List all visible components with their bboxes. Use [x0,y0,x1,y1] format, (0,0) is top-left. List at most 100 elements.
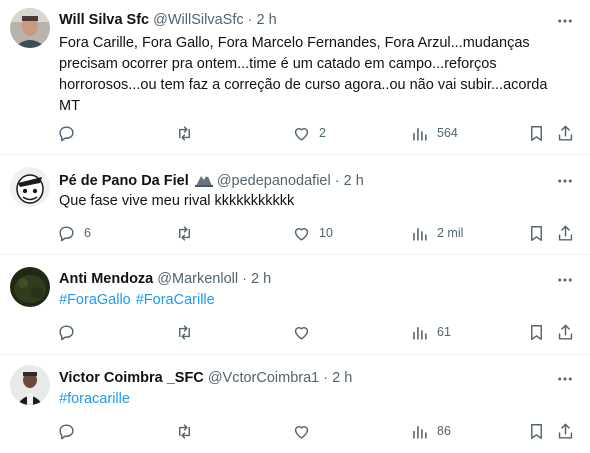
tweet-header: Anti Mendoza @Markenloll · 2 h [59,270,271,288]
share-icon [558,225,573,241]
reply-icon [59,125,74,141]
like-count: 10 [319,226,333,240]
bookmark-icon [531,125,542,141]
bookmark-icon [531,225,542,241]
tweet-header: Victor Coimbra _SFC @VctorCoimbra1 · 2 h [59,369,352,387]
user-handle[interactable]: @Markenloll [157,271,238,287]
user-handle[interactable]: @VctorCoimbra1 [208,370,319,386]
timestamp[interactable]: 2 h [251,271,271,287]
tweet-text-line: precisam ocorrer pra ontem...time é um c… [59,56,497,72]
more-icon[interactable] [556,370,574,388]
user-handle[interactable]: @pedepanodafiel [217,173,331,189]
separator-dot: · [334,173,340,189]
tweet-text-line: Fora Carille, Fora Gallo, Fora Marcelo F… [59,35,530,51]
share-button[interactable] [556,122,575,144]
separator-dot: · [242,271,247,287]
bookmark-button[interactable] [527,222,546,244]
timestamp[interactable]: 2 h [332,370,352,386]
tweet-text-line: horrorosos...ou tem faz a correção de cu… [59,77,548,93]
views-button[interactable]: 61 [410,321,451,343]
retweet-icon [179,324,190,340]
like-icon [294,425,309,439]
reply-icon [59,225,74,241]
avatar[interactable] [10,167,50,207]
views-count: 2 mil [437,226,464,240]
avatar-image [10,267,50,307]
separator-dot: · [323,370,329,386]
tweet-feed: Will Silva Sfc @WillSilvaSfc · 2 h Fora … [0,0,590,453]
retweet-button[interactable] [175,122,202,144]
like-icon [294,326,309,340]
hashtag-link[interactable]: #ForaGallo [59,292,131,308]
display-name[interactable]: Pé de Pano Da Fiel [59,173,189,189]
avatar[interactable] [10,365,50,405]
like-icon [294,127,309,141]
timestamp[interactable]: 2 h [257,12,277,28]
tweet[interactable]: Pé de Pano Da Fiel @pedepanodafiel · 2 h… [0,155,590,255]
like-icon [294,227,309,241]
reply-button[interactable]: 6 [57,222,91,244]
bookmark-icon [531,324,542,340]
reply-icon [59,324,74,340]
timestamp[interactable]: 2 h [344,173,364,189]
views-count: 564 [437,126,458,140]
views-count: 61 [437,325,451,339]
action-bar: 2 564 [0,122,590,146]
share-icon [558,423,573,439]
reply-count: 6 [84,226,91,240]
user-handle[interactable]: @WillSilvaSfc [153,12,243,28]
share-icon [558,125,573,141]
tweet[interactable]: Anti Mendoza @Markenloll · 2 h #ForaGall… [0,255,590,355]
avatar[interactable] [10,267,50,307]
bookmark-button[interactable] [527,321,546,343]
views-count: 86 [437,424,451,438]
retweet-button[interactable] [175,321,202,343]
avatar-image [10,167,50,207]
profile-emoji-icon [194,171,213,192]
tweet[interactable]: Will Silva Sfc @WillSilvaSfc · 2 h Fora … [0,0,590,155]
like-count: 2 [319,126,326,140]
bookmark-button[interactable] [527,420,546,442]
tweet-header: Pé de Pano Da Fiel @pedepanodafiel · 2 h [59,171,364,192]
like-button[interactable]: 2 [292,122,326,144]
views-button[interactable]: 86 [410,420,451,442]
more-icon[interactable] [556,12,574,30]
share-button[interactable] [556,222,575,244]
more-icon[interactable] [556,172,574,190]
more-icon[interactable] [556,271,574,289]
tweet-header: Will Silva Sfc @WillSilvaSfc · 2 h [59,11,277,29]
tweet[interactable]: Victor Coimbra _SFC @VctorCoimbra1 · 2 h… [0,355,590,453]
share-button[interactable] [556,420,575,442]
views-button[interactable]: 2 mil [410,222,463,244]
tweet-text: Que fase vive meu rival kkkkkkkkkkk [59,193,295,209]
bookmark-button[interactable] [527,122,546,144]
views-icon [413,127,427,141]
tweet-text-line: MT [59,98,80,114]
reply-button[interactable] [57,420,84,442]
tweet-text: #ForaGallo #ForaCarille [59,290,571,311]
views-button[interactable]: 564 [410,122,458,144]
reply-button[interactable] [57,321,84,343]
hashtag-link[interactable]: #ForaCarille [136,292,215,308]
share-button[interactable] [556,321,575,343]
like-button[interactable] [292,420,319,442]
avatar-image [10,8,50,48]
separator-dot: · [247,12,253,28]
like-button[interactable]: 10 [292,222,333,244]
retweet-icon [179,423,190,439]
display-name[interactable]: Victor Coimbra _SFC [59,370,204,386]
action-bar: 6 10 2 mil [0,222,590,246]
action-bar: 86 [0,420,590,444]
tweet-text: #foracarille [59,389,571,410]
avatar[interactable] [10,8,50,48]
share-icon [558,324,573,340]
like-button[interactable] [292,321,319,343]
hashtag-link[interactable]: #foracarille [59,391,130,407]
action-bar: 61 [0,321,590,345]
bookmark-icon [531,423,542,439]
display-name[interactable]: Will Silva Sfc [59,12,149,28]
retweet-button[interactable] [175,222,202,244]
reply-button[interactable] [57,122,84,144]
retweet-button[interactable] [175,420,202,442]
display-name[interactable]: Anti Mendoza [59,271,153,287]
